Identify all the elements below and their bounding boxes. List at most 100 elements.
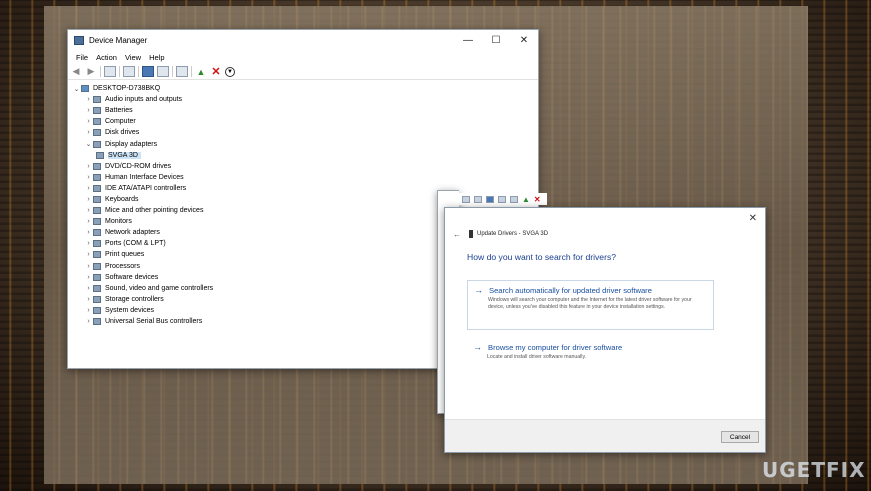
device-category-icon (93, 251, 101, 259)
device-category-icon (93, 118, 101, 126)
tree-item-label: Computer (105, 118, 136, 126)
device-category-icon (93, 229, 101, 237)
view-resources-icon[interactable] (157, 66, 169, 77)
expand-chevron-icon[interactable]: › (84, 218, 93, 225)
tree-item-label: Audio inputs and outputs (105, 96, 183, 104)
tree-category-item[interactable]: › Batteries (72, 105, 538, 116)
expand-chevron-icon[interactable]: › (84, 107, 93, 114)
expand-chevron-icon[interactable]: › (84, 296, 93, 303)
back-arrow-icon[interactable]: ◀ (70, 66, 82, 77)
maximize-button[interactable]: ☐ (482, 30, 510, 50)
close-icon[interactable]: ✕ (749, 213, 757, 224)
update-driver-icon: ▲ (522, 194, 530, 204)
option-description: Windows will search your computer and th… (488, 297, 692, 310)
expand-chevron-icon[interactable]: › (84, 96, 93, 103)
uninstall-icon: ✕ (533, 194, 541, 204)
minimize-button[interactable]: — (454, 30, 482, 50)
expand-chevron-icon[interactable]: › (84, 129, 93, 136)
expand-chevron-icon[interactable]: › (84, 118, 93, 125)
expand-chevron-icon[interactable]: › (84, 163, 93, 170)
arrow-right-icon: → (473, 342, 482, 352)
tree-category-item[interactable]: › Computer (72, 116, 538, 127)
properties-icon[interactable] (104, 66, 116, 77)
tree-category-item[interactable]: › Disk drives (72, 127, 538, 138)
tree-category-item[interactable]: ⌄ Display adapters (72, 138, 538, 149)
toolbar: ◀ ▶ ▲ ✕ ▼ (68, 64, 538, 80)
expand-chevron-icon[interactable]: › (84, 318, 93, 325)
browse-computer-option[interactable]: → Browse my computer for driver software… (467, 338, 714, 362)
device-category-icon (93, 284, 101, 292)
tree-item-label: Universal Serial Bus controllers (105, 318, 203, 326)
device-category-icon (93, 162, 101, 170)
scan-hardware-icon[interactable] (176, 66, 188, 77)
tree-item-label: Ports (COM & LPT) (105, 240, 166, 248)
menu-file[interactable]: File (72, 53, 92, 62)
cancel-button[interactable]: Cancel (721, 431, 759, 443)
tree-item-label: Human Interface Devices (105, 173, 184, 181)
expand-chevron-icon[interactable]: › (84, 174, 93, 181)
tree-root[interactable]: ⌄ DESKTOP-D738BKQ (72, 83, 538, 94)
tree-item-label: Batteries (105, 107, 133, 115)
tree-item-label: SVGA 3D (108, 151, 141, 159)
tree-item-label: Display adapters (105, 140, 158, 148)
expand-chevron-icon[interactable]: › (84, 285, 93, 292)
tree-item-label: System devices (105, 306, 155, 314)
toolbar-divider (100, 66, 101, 77)
help-icon (486, 195, 494, 203)
tree-item-label: Storage controllers (105, 295, 164, 303)
tree-item-label: Print queues (105, 251, 145, 259)
tree-item-label: Sound, video and game controllers (105, 284, 214, 292)
expand-chevron-icon[interactable]: › (84, 185, 93, 192)
menu-help[interactable]: Help (145, 53, 168, 62)
tree-category-item[interactable]: › Audio inputs and outputs (72, 94, 538, 105)
tree-item-label: Disk drives (105, 129, 140, 137)
toolbar-icon (510, 195, 518, 203)
tree-category-item[interactable]: › DVD/CD-ROM drives (72, 161, 538, 172)
tree-item-label: Mice and other pointing devices (105, 207, 204, 215)
expand-chevron-icon[interactable]: › (84, 307, 93, 314)
expand-chevron-icon[interactable]: › (84, 263, 93, 270)
toolbar-icon (474, 195, 482, 203)
tree-category-item[interactable]: › Human Interface Devices (72, 172, 538, 183)
toolbar-icon (462, 195, 470, 203)
expand-chevron-icon[interactable]: › (84, 274, 93, 281)
show-hidden-icon[interactable] (123, 66, 135, 77)
expand-chevron-icon[interactable]: › (84, 229, 93, 236)
tree-child-item[interactable]: SVGA 3D (72, 150, 538, 161)
device-category-icon (93, 240, 101, 248)
menu-view[interactable]: View (121, 53, 145, 62)
device-icon (469, 230, 473, 238)
expand-chevron-icon[interactable]: › (84, 251, 93, 258)
download-icon[interactable]: ▼ (225, 66, 235, 77)
menu-action[interactable]: Action (92, 53, 121, 62)
help-icon[interactable] (142, 66, 154, 77)
device-category-icon (93, 96, 101, 104)
dialog-header: Update Drivers - SVGA 3D (477, 231, 549, 237)
expand-chevron-icon[interactable]: › (84, 196, 93, 203)
device-manager-icon (74, 35, 84, 45)
forward-arrow-icon[interactable]: ▶ (85, 66, 97, 77)
device-category-icon (93, 262, 101, 270)
collapse-chevron-icon[interactable]: ⌄ (72, 85, 81, 93)
device-category-icon (93, 129, 101, 137)
close-button[interactable]: ✕ (510, 30, 538, 50)
toolbar-divider (138, 66, 139, 77)
device-category-icon (96, 151, 104, 159)
toolbar-icon (498, 195, 506, 203)
expand-chevron-icon[interactable]: › (84, 240, 93, 247)
back-arrow-icon[interactable]: ← (453, 230, 461, 239)
device-category-icon (93, 207, 101, 215)
update-drivers-dialog: ✕ ← Update Drivers - SVGA 3D How do you … (444, 207, 766, 453)
background-window-toolbar: ▲ ✕ (459, 193, 547, 205)
uninstall-device-icon[interactable]: ✕ (210, 66, 222, 78)
collapse-chevron-icon[interactable]: ⌄ (84, 140, 93, 148)
device-category-icon (93, 140, 101, 148)
option-description: Locate and install driver software manua… (487, 354, 587, 360)
update-driver-icon[interactable]: ▲ (195, 66, 207, 77)
expand-chevron-icon[interactable]: › (84, 207, 93, 214)
menu-bar: File Action View Help (68, 50, 538, 64)
search-automatically-option[interactable]: → Search automatically for updated drive… (467, 280, 714, 330)
tree-item-label: Software devices (105, 273, 159, 281)
tree-root-label: DESKTOP-D738BKQ (93, 85, 161, 93)
dialog-footer: Cancel (445, 419, 765, 452)
